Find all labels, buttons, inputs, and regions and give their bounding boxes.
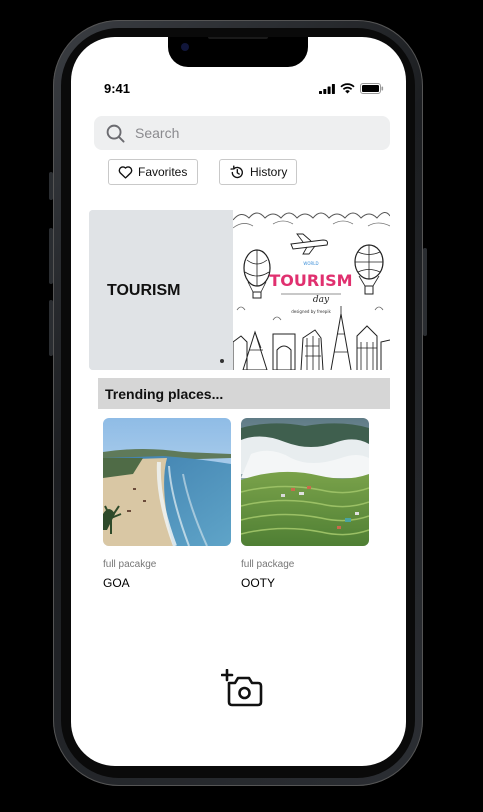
history-label: History — [250, 165, 288, 179]
poster-credit-text: designed by freepik — [291, 309, 331, 314]
favorites-button[interactable]: Favorites — [108, 159, 198, 185]
history-button[interactable]: History — [219, 159, 297, 185]
carousel-indicator-dot[interactable] — [220, 359, 224, 363]
tourism-poster-image: WORLD TOURISM day designed by freepik — [232, 210, 390, 370]
banner-text-panel: TOURISM — [89, 210, 233, 370]
cellular-signal-icon — [319, 83, 335, 94]
place-card-goa[interactable]: full pacakge GOA — [103, 418, 231, 590]
wifi-icon — [340, 83, 355, 94]
poster-world-text: WORLD — [303, 261, 318, 266]
search-icon — [106, 124, 125, 143]
poster-tourism-text: TOURISM — [269, 271, 352, 290]
notch — [168, 37, 308, 67]
place-card-ooty[interactable]: full package OOTY — [241, 418, 369, 590]
status-time: 9:41 — [104, 81, 131, 96]
status-icons — [319, 83, 384, 94]
speaker-grille — [208, 37, 268, 39]
volume-up-button — [49, 228, 53, 284]
place-name: GOA — [103, 576, 130, 590]
trending-header: Trending places... — [98, 378, 390, 409]
app-screen: 9:41 Search Favorites History TOURISM WO… — [71, 37, 406, 766]
front-camera — [181, 43, 189, 51]
search-input[interactable]: Search — [135, 125, 179, 141]
silent-switch — [49, 172, 53, 200]
poster-day-text: day — [313, 295, 330, 305]
volume-down-button — [49, 300, 53, 356]
place-name: OOTY — [241, 576, 276, 590]
power-button — [423, 248, 427, 336]
heart-icon — [118, 166, 133, 179]
banner-title: TOURISM — [107, 282, 181, 299]
history-icon — [230, 164, 243, 178]
place-subtitle: full package — [241, 559, 295, 570]
search-bar[interactable]: Search — [94, 116, 390, 150]
add-camera-icon — [220, 668, 263, 707]
hills-photo[interactable] — [241, 418, 369, 546]
battery-icon — [360, 83, 384, 94]
banner-carousel[interactable]: TOURISM WORLD TOURISM day designed by fr… — [89, 210, 390, 370]
trending-title: Trending places... — [105, 386, 224, 402]
beach-photo[interactable] — [103, 418, 231, 546]
add-photo-button[interactable] — [220, 668, 263, 707]
tourism-illustration: WORLD TOURISM day designed by freepik — [232, 212, 390, 370]
favorites-label: Favorites — [138, 165, 188, 179]
place-subtitle: full pacakge — [103, 559, 157, 570]
